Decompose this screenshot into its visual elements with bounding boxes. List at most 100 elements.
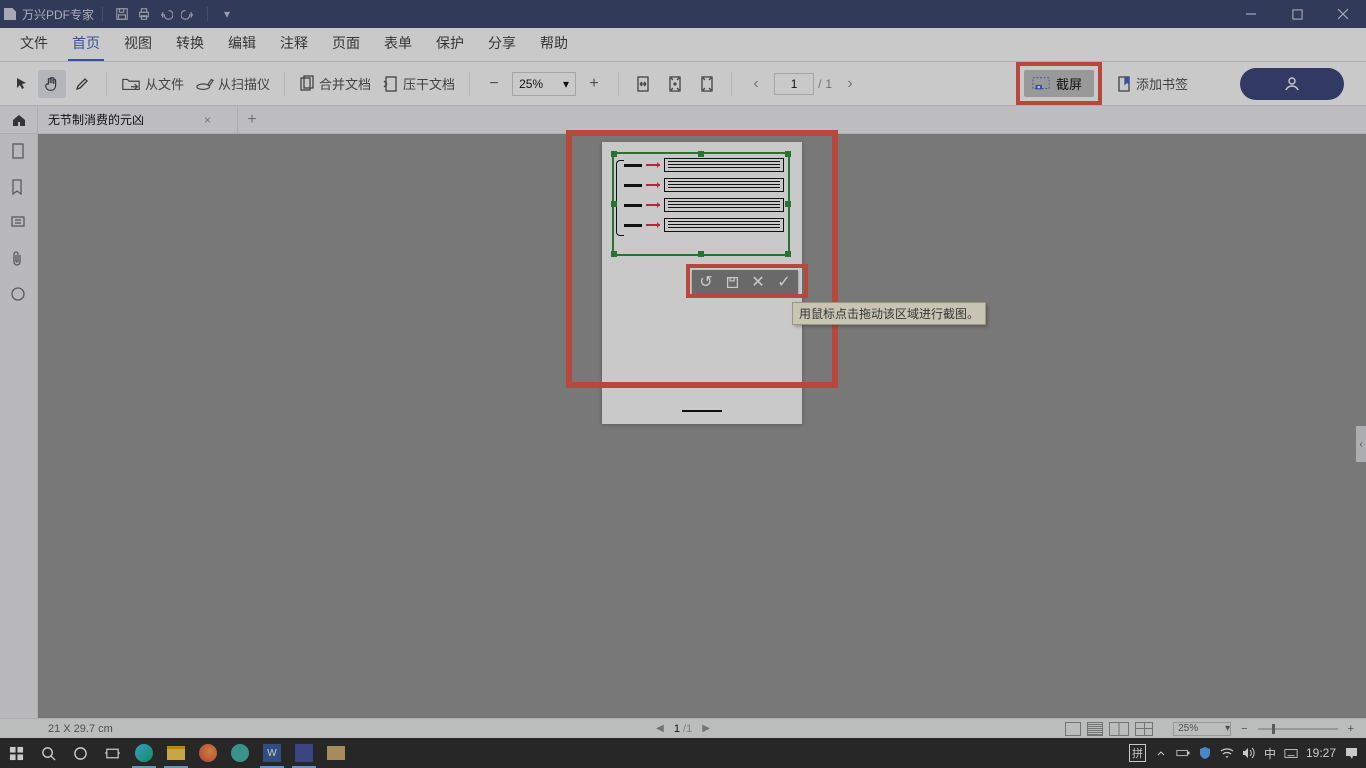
- system-tray: 拼 中 19:27: [1129, 744, 1366, 762]
- actual-size-icon[interactable]: [693, 70, 721, 98]
- taskbar-app-generic1[interactable]: [224, 738, 256, 768]
- tab-close-button[interactable]: ×: [204, 113, 211, 127]
- taskbar-app-word[interactable]: W: [256, 738, 288, 768]
- taskbar-cortana-icon[interactable]: [64, 738, 96, 768]
- thumbnails-icon[interactable]: [10, 142, 28, 160]
- taskbar-taskview-icon[interactable]: [96, 738, 128, 768]
- zoom-in-button[interactable]: +: [580, 70, 608, 98]
- start-button[interactable]: [0, 738, 32, 768]
- screenshot-button[interactable]: 截屏: [1024, 70, 1094, 97]
- redo-icon[interactable]: [179, 5, 197, 23]
- menu-convert[interactable]: 转换: [164, 27, 216, 61]
- tray-clock[interactable]: 19:27: [1306, 746, 1336, 760]
- menu-file[interactable]: 文件: [8, 27, 60, 61]
- select-tool-icon[interactable]: [8, 70, 36, 98]
- from-file-button[interactable]: 从文件: [117, 74, 188, 93]
- from-scanner-button[interactable]: 从扫描仪: [192, 74, 274, 93]
- chevron-left-icon: ‹: [1359, 439, 1362, 450]
- taskbar-app-edge[interactable]: [128, 738, 160, 768]
- compress-button[interactable]: 压干文档: [379, 74, 459, 93]
- zoom-select[interactable]: 25% ▾: [512, 72, 576, 96]
- menu-form[interactable]: 表单: [372, 27, 424, 61]
- tray-notifications-icon[interactable]: [1344, 746, 1358, 760]
- menu-share[interactable]: 分享: [476, 27, 528, 61]
- zoom-out-button[interactable]: −: [480, 70, 508, 98]
- merge-label: 合并文档: [319, 74, 371, 93]
- menu-help[interactable]: 帮助: [528, 27, 580, 61]
- plus-icon: +: [247, 111, 256, 129]
- taskbar-search-icon[interactable]: [32, 738, 64, 768]
- status-zoom-slider[interactable]: [1258, 728, 1338, 730]
- taskbar-app-generic2[interactable]: [320, 738, 352, 768]
- tray-battery-icon[interactable]: [1176, 746, 1190, 760]
- menu-page[interactable]: 页面: [320, 27, 372, 61]
- print-icon[interactable]: [135, 5, 153, 23]
- home-tab-button[interactable]: [0, 106, 38, 133]
- menu-edit[interactable]: 编辑: [216, 27, 268, 61]
- status-prev-button[interactable]: ◀: [656, 723, 664, 734]
- status-page-nav: ◀ 1 /1 ▶: [656, 723, 710, 735]
- right-panel-toggle[interactable]: ‹: [1356, 426, 1366, 462]
- view-continuous-icon[interactable]: [1087, 722, 1103, 736]
- edit-tool-icon[interactable]: [68, 70, 96, 98]
- caret-down-icon: ▾: [224, 7, 230, 21]
- page-total: 1: [825, 77, 832, 91]
- tray-chevron-up-icon[interactable]: [1154, 746, 1168, 760]
- page-sep: /: [818, 77, 821, 91]
- taskbar-app-explorer[interactable]: [160, 738, 192, 768]
- fit-page-icon[interactable]: [661, 70, 689, 98]
- menu-bar: 文件 首页 视图 转换 编辑 注释 页面 表单 保护 分享 帮助: [0, 28, 1366, 62]
- page-prev-button[interactable]: ‹: [742, 70, 770, 98]
- menu-view[interactable]: 视图: [112, 27, 164, 61]
- file-tab[interactable]: 无节制消费的元凶 ×: [38, 106, 238, 133]
- page-next-button[interactable]: ›: [836, 70, 864, 98]
- status-bar: 21 X 29.7 cm ◀ 1 /1 ▶ 25% ▾ − +: [0, 718, 1366, 738]
- bookmarks-icon[interactable]: [10, 178, 28, 196]
- taskbar-app-firefox[interactable]: [192, 738, 224, 768]
- window-close-button[interactable]: [1320, 0, 1366, 28]
- fit-width-icon[interactable]: [629, 70, 657, 98]
- tray-wifi-icon[interactable]: [1220, 746, 1234, 760]
- tray-lang-indicator[interactable]: 中: [1264, 745, 1276, 762]
- window-maximize-button[interactable]: [1274, 0, 1320, 28]
- tray-volume-icon[interactable]: [1242, 746, 1256, 760]
- annotation-frame-toolbar: [686, 264, 808, 298]
- page-input[interactable]: 1: [774, 73, 814, 95]
- status-zoom-in-button[interactable]: +: [1344, 723, 1358, 735]
- camera-icon: [1032, 76, 1050, 92]
- titlebar-divider: [207, 7, 208, 21]
- tray-shield-icon[interactable]: [1198, 746, 1212, 760]
- undo-icon[interactable]: [157, 5, 175, 23]
- search-panel-icon[interactable]: [10, 286, 28, 304]
- status-zoom-out-button[interactable]: −: [1237, 723, 1251, 735]
- hand-tool-icon[interactable]: [38, 70, 66, 98]
- view-grid-icon[interactable]: [1135, 722, 1153, 736]
- taskbar-app-pdfelement[interactable]: [288, 738, 320, 768]
- save-icon[interactable]: [113, 5, 131, 23]
- minus-icon: −: [489, 75, 498, 93]
- folder-icon: [121, 76, 141, 92]
- add-bookmark-button[interactable]: 添加书签: [1112, 74, 1192, 93]
- left-sidebar: [0, 134, 38, 718]
- titlebar-more-icon[interactable]: ▾: [218, 5, 236, 23]
- status-zoom-select[interactable]: 25% ▾: [1173, 722, 1231, 736]
- zoom-value: 25%: [519, 77, 543, 91]
- chevron-right-icon: ›: [847, 75, 852, 93]
- view-single-icon[interactable]: [1065, 722, 1081, 736]
- merge-button[interactable]: 合并文档: [295, 74, 375, 93]
- screenshot-highlight-frame: 截屏: [1016, 62, 1102, 105]
- view-two-page-icon[interactable]: [1109, 722, 1129, 736]
- menu-home[interactable]: 首页: [60, 27, 112, 61]
- tray-keyboard-icon[interactable]: [1284, 746, 1298, 760]
- window-minimize-button[interactable]: [1228, 0, 1274, 28]
- account-button[interactable]: [1240, 68, 1344, 100]
- attachments-icon[interactable]: [10, 250, 28, 268]
- status-next-button[interactable]: ▶: [702, 723, 710, 734]
- tray-ime-indicator[interactable]: 拼: [1129, 744, 1146, 762]
- comments-icon[interactable]: [10, 214, 28, 232]
- menu-protect[interactable]: 保护: [424, 27, 476, 61]
- new-tab-button[interactable]: +: [238, 106, 266, 133]
- menu-comment[interactable]: 注释: [268, 27, 320, 61]
- canvas[interactable]: ↺ ✕ ✓ 用鼠标点击拖动该区域进行截图。: [38, 134, 1366, 718]
- tooltip: 用鼠标点击拖动该区域进行截图。: [792, 302, 986, 325]
